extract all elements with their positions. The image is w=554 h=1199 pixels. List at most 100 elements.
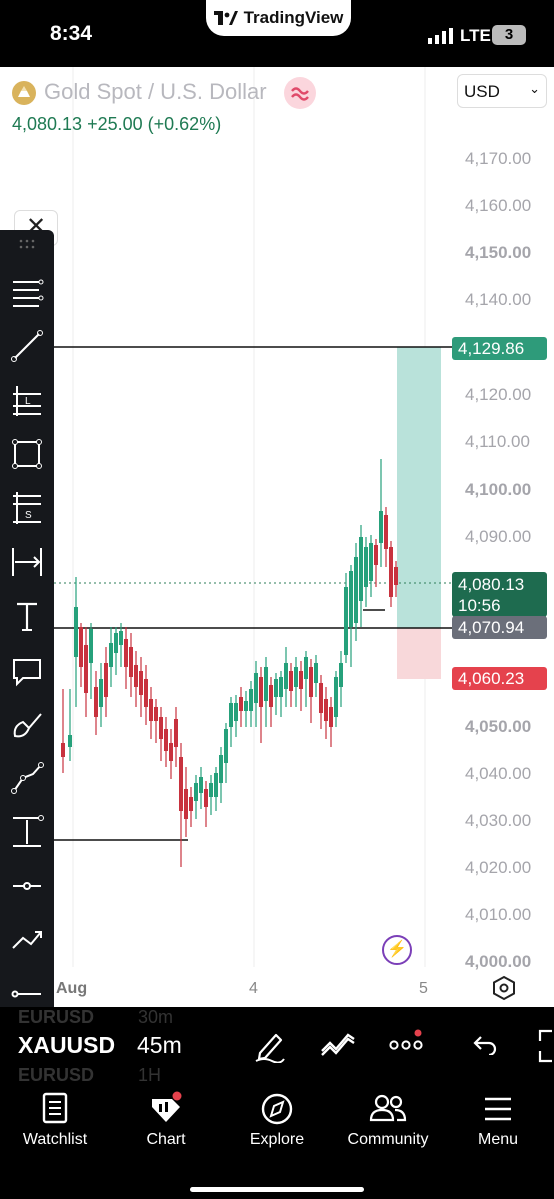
candle (104, 647, 108, 717)
svg-text:S: S (25, 510, 32, 521)
clock: 8:34 (50, 22, 93, 45)
price-axis-label: 4,120.00 (465, 385, 532, 404)
nav-community[interactable]: Community (333, 1087, 443, 1167)
candle (169, 729, 173, 779)
svg-text:L: L (25, 396, 31, 407)
nav-label: Watchlist (22, 1131, 88, 1148)
tool-text[interactable] (6, 596, 48, 636)
candle (224, 723, 228, 783)
price-axis-label: 4,050.00 (465, 717, 532, 736)
symbol-picker[interactable]: XAUUSD (18, 1032, 115, 1059)
symbol-title[interactable]: Gold Spot / U.S. Dollar (44, 79, 267, 105)
indicators-icon[interactable] (320, 1031, 356, 1057)
price-range-icon (13, 815, 44, 847)
nav-chart[interactable]: Chart (111, 1087, 221, 1167)
tool-arrow-path[interactable] (6, 920, 48, 960)
candle (249, 681, 253, 727)
candle (359, 525, 363, 627)
tool-line[interactable] (6, 326, 48, 366)
sim-badge: 3 (492, 25, 526, 45)
data-feed-icon (284, 77, 316, 109)
candle (229, 697, 233, 747)
gold-coin-icon (12, 81, 36, 105)
chart-area[interactable]: Gold Spot / U.S. Dollar 4,080.13 +25.00 … (0, 67, 554, 1007)
last-price: 4,080.13 (12, 114, 83, 134)
compass-icon (261, 1093, 293, 1125)
price-axis-label: 4,000.00 (465, 952, 532, 971)
price-axis-label: 4,030.00 (465, 811, 532, 830)
stop-price-tag[interactable]: 4,060.23 (452, 667, 547, 690)
tool-measure[interactable] (6, 542, 48, 582)
tool-short-label[interactable]: S (6, 488, 48, 528)
candle (304, 651, 308, 707)
candle (374, 539, 378, 587)
candle (68, 689, 72, 761)
nav-explore[interactable]: Explore (222, 1087, 332, 1167)
candle (369, 535, 373, 597)
signal-icon (428, 28, 453, 44)
undo-icon[interactable] (472, 1033, 498, 1055)
tool-long-position[interactable]: L (6, 380, 48, 420)
interval-picker[interactable]: 45m (137, 1032, 182, 1059)
drag-handle-icon[interactable] (18, 238, 36, 250)
candle (94, 671, 98, 735)
profit-zone[interactable] (397, 347, 441, 628)
fullscreen-icon[interactable] (536, 1029, 554, 1063)
entry-price-tag[interactable]: 4,070.94 (452, 616, 547, 639)
arrow-path-icon (12, 931, 42, 949)
menu-icon (485, 1097, 511, 1121)
chart-settings-icon[interactable] (491, 975, 517, 1001)
price-axis-label: 4,040.00 (465, 764, 532, 783)
candle (364, 537, 368, 607)
candle (254, 661, 258, 727)
candle (259, 667, 263, 743)
price-axis-label: 4,110.00 (465, 432, 530, 451)
change-value: +25.00 (+0.62%) (87, 114, 222, 134)
price-axis-label: 4,010.00 (465, 905, 532, 924)
line-icon (11, 330, 43, 362)
target-price-tag[interactable]: 4,129.86 (452, 337, 547, 360)
candle (189, 787, 193, 827)
nav-menu[interactable]: Menu (443, 1087, 553, 1167)
candle (299, 661, 303, 711)
tool-trend-lines[interactable] (6, 274, 48, 314)
app-name: TradingView (243, 8, 344, 27)
callout-icon (13, 659, 41, 687)
tool-ray[interactable] (6, 974, 48, 1007)
community-icon (369, 1094, 407, 1122)
currency-select[interactable]: USD ⌄ (457, 74, 547, 108)
candle (324, 687, 328, 739)
tool-price-range[interactable] (6, 812, 48, 852)
more-options-icon[interactable] (388, 1029, 424, 1055)
ghost-symbol-below: EURUSD (18, 1065, 95, 1085)
candle (284, 647, 288, 707)
flash-icon[interactable]: ⚡ (382, 935, 412, 965)
candle (379, 459, 383, 567)
candle (179, 743, 183, 867)
candle (264, 657, 268, 727)
candle (61, 689, 65, 773)
candle (84, 627, 88, 717)
candle (124, 627, 128, 689)
candle (309, 659, 313, 723)
tool-rectangle[interactable] (6, 434, 48, 474)
loss-zone[interactable] (397, 628, 441, 679)
nav-watchlist[interactable]: Watchlist (0, 1087, 110, 1167)
candle (154, 699, 158, 743)
tool-path[interactable] (6, 758, 48, 798)
measure-icon (12, 548, 42, 576)
app-pill: TradingView (206, 0, 351, 36)
tool-horizontal-line[interactable] (6, 866, 48, 906)
candle (214, 767, 218, 811)
drawing-pen-icon[interactable] (254, 1029, 286, 1063)
ghost-interval-above: 30m (138, 1007, 174, 1027)
candle (139, 657, 143, 717)
text-icon (17, 602, 37, 631)
tool-callout[interactable] (6, 650, 48, 690)
candle (329, 697, 333, 747)
candle (294, 657, 298, 707)
drawing-toolbar[interactable]: LS (0, 230, 54, 1007)
tool-brush[interactable] (6, 704, 48, 744)
candle (349, 565, 353, 667)
candle (209, 775, 213, 815)
